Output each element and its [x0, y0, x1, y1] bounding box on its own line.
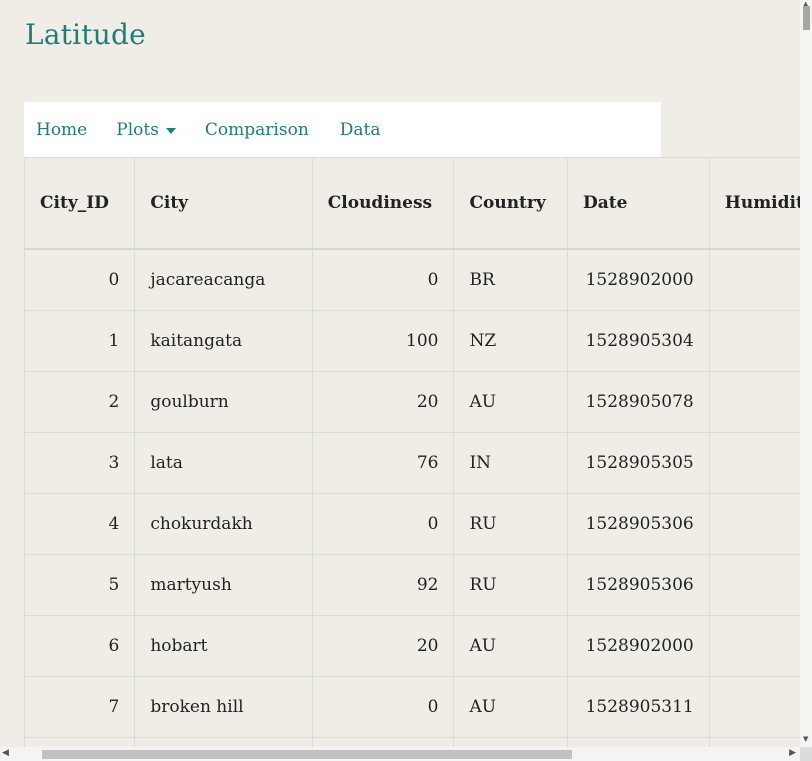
cell-date: 1528905305	[567, 432, 710, 494]
table-row: 4 chokurdakh 0 RU 1528905306 88 7	[24, 493, 800, 555]
table-row	[24, 737, 800, 747]
cell-city-id: 1	[24, 310, 136, 372]
nav-data-link[interactable]: Data	[340, 120, 381, 140]
table-row: 2 goulburn 20 AU 1528905078 91 -	[24, 371, 800, 433]
cell-city: martyush	[134, 554, 313, 616]
cell-city-id: 4	[24, 493, 136, 555]
header-country[interactable]: Country	[453, 157, 569, 250]
table-row: 5 martyush 92 RU 1528905306 94	[24, 554, 800, 616]
city-data-table: City_ID City Cloudiness Country Date Hum…	[24, 157, 800, 747]
cell-cloudiness: 92	[311, 554, 455, 616]
cell-city: kaitangata	[134, 310, 313, 372]
cell-date: 1528905078	[567, 371, 710, 433]
cell-cloudiness: 100	[311, 310, 455, 372]
scroll-right-arrow-icon[interactable]: ▶	[789, 748, 796, 758]
cell-date: 1528905304	[567, 310, 710, 372]
cell-country: RU	[453, 554, 569, 616]
table-header-row: City_ID City Cloudiness Country Date Hum…	[24, 157, 800, 250]
cell-country: NZ	[453, 310, 569, 372]
cell-country: BR	[453, 248, 569, 311]
cell-date: 1528905306	[567, 493, 710, 555]
cell-country: AU	[453, 615, 569, 677]
vertical-scroll-thumb[interactable]	[803, 6, 810, 30]
cell-date: 1528902000	[567, 615, 710, 677]
cell-city-id: 6	[24, 615, 136, 677]
cell-date: 1528905311	[567, 676, 710, 738]
nav-home-link[interactable]: Home	[36, 120, 87, 140]
header-cloudiness[interactable]: Cloudiness	[311, 157, 455, 250]
cell-date: 1528902000	[567, 248, 710, 311]
cell-country: AU	[453, 676, 569, 738]
table-row: 7 broken hill 0 AU 1528905311 88 -	[24, 676, 800, 738]
cell-city	[134, 737, 313, 747]
cell-city: broken hill	[134, 676, 313, 738]
cell-city-id: 2	[24, 371, 136, 433]
cell-city: lata	[134, 432, 313, 494]
cell-humidity: 94	[708, 554, 800, 616]
cell-cloudiness: 0	[311, 676, 455, 738]
cell-humidity: 62	[708, 248, 800, 311]
table-row: 1 kaitangata 100 NZ 1528905304 94 -4	[24, 310, 800, 372]
header-city[interactable]: City	[134, 157, 313, 250]
table-row: 6 hobart 20 AU 1528902000 87 -4	[24, 615, 800, 677]
cell-country: AU	[453, 371, 569, 433]
cell-city-id	[24, 737, 136, 747]
cell-country: RU	[453, 493, 569, 555]
cell-city-id: 3	[24, 432, 136, 494]
cell-humidity: 89	[708, 432, 800, 494]
horizontal-scrollbar[interactable]: ◀ ▶	[0, 747, 800, 761]
cell-country: IN	[453, 432, 569, 494]
header-humidity[interactable]: Humidity	[708, 157, 800, 250]
cell-city: hobart	[134, 615, 313, 677]
cell-date: 1528905306	[567, 554, 710, 616]
cell-country	[453, 737, 569, 747]
cell-cloudiness: 0	[311, 493, 455, 555]
cell-city-id: 7	[24, 676, 136, 738]
caret-down-icon	[165, 127, 176, 134]
cell-humidity	[708, 737, 800, 747]
cell-city-id: 5	[24, 554, 136, 616]
cell-cloudiness: 20	[311, 371, 455, 433]
scrollbar-corner	[800, 747, 812, 761]
cell-humidity: 88	[708, 493, 800, 555]
horizontal-scroll-thumb[interactable]	[42, 750, 572, 759]
navbar: Home Plots Comparison Data	[24, 102, 661, 157]
nav-plots-label: Plots	[116, 119, 159, 140]
nav-comparison-link[interactable]: Comparison	[205, 120, 309, 140]
brand-title[interactable]: Latitude	[25, 18, 146, 51]
nav-plots-dropdown[interactable]: Plots	[116, 120, 176, 140]
cell-humidity: 94	[708, 310, 800, 372]
cell-date	[567, 737, 710, 747]
cell-cloudiness: 0	[311, 248, 455, 311]
cell-cloudiness	[311, 737, 455, 747]
cell-cloudiness: 76	[311, 432, 455, 494]
cell-city: goulburn	[134, 371, 313, 433]
cell-city: jacareacanga	[134, 248, 313, 311]
cell-cloudiness: 20	[311, 615, 455, 677]
header-date[interactable]: Date	[567, 157, 710, 250]
cell-city: chokurdakh	[134, 493, 313, 555]
data-table-container[interactable]: City_ID City Cloudiness Country Date Hum…	[24, 157, 800, 747]
vertical-scrollbar[interactable]: ▲ ▼	[800, 0, 812, 747]
header-city-id[interactable]: City_ID	[24, 157, 136, 250]
scroll-left-arrow-icon[interactable]: ◀	[2, 748, 9, 758]
table-row: 0 jacareacanga 0 BR 1528902000 62	[24, 248, 800, 311]
table-row: 3 lata 76 IN 1528905305 89 1	[24, 432, 800, 494]
cell-humidity: 87	[708, 615, 800, 677]
cell-city-id: 0	[24, 248, 136, 311]
cell-humidity: 88	[708, 676, 800, 738]
cell-humidity: 91	[708, 371, 800, 433]
scroll-down-arrow-icon[interactable]: ▼	[803, 735, 808, 743]
